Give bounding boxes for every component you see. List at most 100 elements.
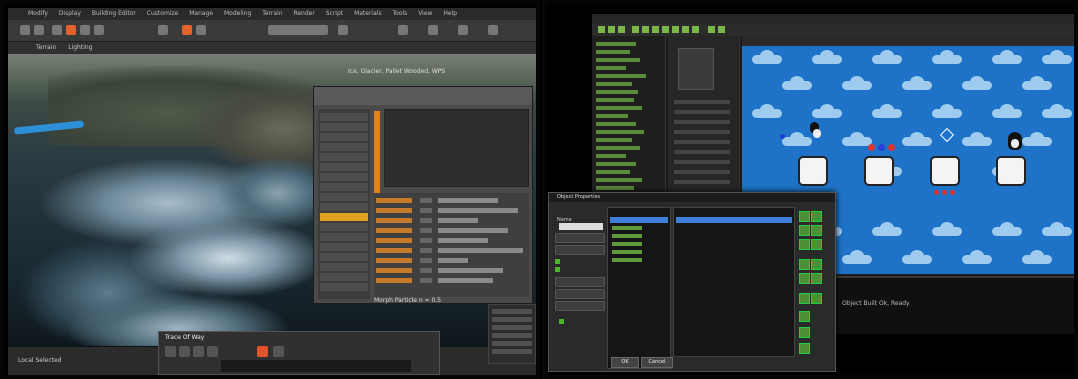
selected-event[interactable] xyxy=(610,217,668,223)
room-field[interactable] xyxy=(674,100,730,104)
tree-item[interactable] xyxy=(320,143,368,151)
camera-icon[interactable] xyxy=(338,25,348,35)
room-field[interactable] xyxy=(674,150,730,154)
sound-action-icon[interactable] xyxy=(811,273,822,284)
tree-item[interactable] xyxy=(320,153,368,161)
property-row[interactable] xyxy=(376,267,526,275)
pause-icon[interactable] xyxy=(193,346,204,357)
outliner-item[interactable] xyxy=(492,341,532,346)
move-icon[interactable] xyxy=(66,25,76,35)
object-icon[interactable] xyxy=(682,26,689,33)
property-row[interactable] xyxy=(376,277,526,285)
snap-icon[interactable] xyxy=(158,25,168,35)
script-icon[interactable] xyxy=(672,26,679,33)
outliner-item[interactable] xyxy=(492,317,532,322)
property-row[interactable] xyxy=(376,207,526,215)
tree-item[interactable] xyxy=(320,253,368,261)
resource-item[interactable] xyxy=(596,186,634,190)
resource-item[interactable] xyxy=(596,162,636,166)
redo-icon[interactable] xyxy=(34,25,44,35)
bounce-action-icon[interactable] xyxy=(799,239,810,250)
resource-item[interactable] xyxy=(596,90,638,94)
room-field[interactable] xyxy=(674,140,730,144)
tree-item[interactable] xyxy=(320,233,368,241)
collectible-sprite[interactable] xyxy=(780,134,785,139)
cancel-button[interactable]: Cancel xyxy=(641,357,673,368)
tab-terrain[interactable]: Terrain xyxy=(36,44,56,51)
scale-icon[interactable] xyxy=(94,25,104,35)
new-sprite-button[interactable] xyxy=(555,245,605,255)
record-icon[interactable] xyxy=(257,346,268,357)
resource-item[interactable] xyxy=(596,130,644,134)
enemy-sprite[interactable] xyxy=(934,190,939,195)
tree-item[interactable] xyxy=(320,223,368,231)
resource-item[interactable] xyxy=(596,82,632,86)
tree-item-selected[interactable] xyxy=(320,213,368,221)
render-icon[interactable] xyxy=(458,25,468,35)
enemy-sprite[interactable] xyxy=(888,144,895,151)
new-icon[interactable] xyxy=(598,26,605,33)
penguin-sprite[interactable] xyxy=(1008,132,1022,150)
enemy-sprite[interactable] xyxy=(950,190,955,195)
run-icon[interactable] xyxy=(708,26,715,33)
menu-item[interactable]: Terrain xyxy=(262,10,282,17)
alarm-action-icon[interactable] xyxy=(811,293,822,304)
menu-item[interactable]: View xyxy=(418,10,432,17)
outliner-item[interactable] xyxy=(492,333,532,338)
menu-item[interactable]: Render xyxy=(293,10,314,17)
resource-item[interactable] xyxy=(596,98,634,102)
enemy-sprite[interactable] xyxy=(942,190,947,195)
jump-action-icon[interactable] xyxy=(811,211,822,222)
resource-item[interactable] xyxy=(596,58,640,62)
resource-item[interactable] xyxy=(596,114,628,118)
tree-item[interactable] xyxy=(320,123,368,131)
solid-checkbox[interactable] xyxy=(555,267,560,272)
light-icon[interactable] xyxy=(428,25,438,35)
room-icon[interactable] xyxy=(692,26,699,33)
event-item[interactable] xyxy=(612,234,642,238)
block-object[interactable] xyxy=(864,156,894,186)
event-item[interactable] xyxy=(612,250,642,254)
enemy-sprite[interactable] xyxy=(878,144,885,151)
outliner-item[interactable] xyxy=(492,309,532,314)
gem-sprite[interactable] xyxy=(939,127,955,143)
rotate-icon[interactable] xyxy=(80,25,90,35)
speed-action-icon[interactable] xyxy=(799,225,810,236)
step-forward-icon[interactable] xyxy=(273,346,284,357)
path-action-icon[interactable] xyxy=(811,239,822,250)
resource-item[interactable] xyxy=(596,154,626,158)
sound-icon[interactable] xyxy=(642,26,649,33)
stop-icon[interactable] xyxy=(207,346,218,357)
tree-item[interactable] xyxy=(320,273,368,281)
gravity-action-icon[interactable] xyxy=(811,225,822,236)
resource-item[interactable] xyxy=(596,74,646,78)
paint-icon[interactable] xyxy=(182,25,192,35)
outliner-item[interactable] xyxy=(492,349,532,354)
resource-item[interactable] xyxy=(596,106,642,110)
tree-item[interactable] xyxy=(320,113,368,121)
property-row[interactable] xyxy=(376,237,526,245)
property-row[interactable] xyxy=(376,257,526,265)
ok-button[interactable]: OK xyxy=(611,357,639,368)
resource-item[interactable] xyxy=(596,138,632,142)
timeline-track[interactable] xyxy=(221,360,411,372)
menu-item[interactable]: Manage xyxy=(189,10,213,17)
menu-item[interactable]: Modeling xyxy=(224,10,251,17)
select-icon[interactable] xyxy=(52,25,62,35)
path-icon[interactable] xyxy=(662,26,669,33)
room-field[interactable] xyxy=(674,170,730,174)
menu-item[interactable]: Help xyxy=(443,10,457,17)
check-action-icon[interactable] xyxy=(799,311,810,322)
tree-item[interactable] xyxy=(320,283,368,291)
player-sprite[interactable] xyxy=(810,122,821,138)
resource-item[interactable] xyxy=(596,170,630,174)
block-object[interactable] xyxy=(798,156,828,186)
block-object[interactable] xyxy=(996,156,1026,186)
grid-icon[interactable] xyxy=(398,25,408,35)
create-action-icon[interactable] xyxy=(799,259,810,270)
selected-action[interactable] xyxy=(676,217,792,223)
enemy-sprite[interactable] xyxy=(868,144,875,151)
object-name-field[interactable] xyxy=(559,223,603,230)
save-icon[interactable] xyxy=(618,26,625,33)
property-row[interactable] xyxy=(376,227,526,235)
